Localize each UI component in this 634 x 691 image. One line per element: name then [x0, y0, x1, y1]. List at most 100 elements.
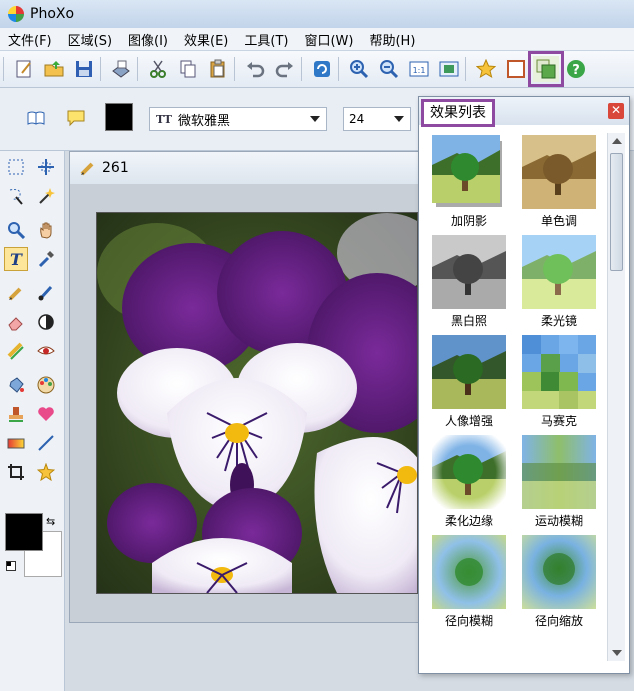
magic-wand-tool[interactable] — [34, 184, 58, 208]
phoxo-logo-icon — [8, 6, 24, 22]
magic-wand-icon — [39, 188, 55, 204]
hand-icon — [40, 222, 52, 239]
crop-icon — [8, 464, 24, 480]
fill-tool[interactable] — [4, 373, 28, 397]
shape-tool[interactable] — [34, 460, 58, 484]
stamp-tool[interactable] — [4, 402, 28, 426]
swap-colors-icon[interactable]: ⇆ — [46, 515, 55, 528]
star-icon — [476, 59, 496, 79]
effect-thumbnail — [432, 135, 506, 209]
help-button[interactable]: ? — [563, 56, 589, 82]
effect-label: 径向模糊 — [444, 614, 493, 628]
effect-item-soft-light[interactable]: 柔光镜 — [517, 235, 601, 331]
font-family-select[interactable]: TT 微软雅黑 — [149, 107, 327, 131]
menu-tools[interactable]: 工具(T) — [236, 30, 296, 49]
refresh-button[interactable] — [309, 56, 335, 82]
frame-button[interactable] — [503, 56, 529, 82]
brush-tool[interactable] — [34, 281, 58, 305]
effect-item-shadow[interactable]: 加阴影 — [427, 135, 511, 231]
open-file-button[interactable] — [41, 56, 67, 82]
rect-select-tool[interactable] — [4, 155, 28, 179]
crop-tool[interactable] — [4, 460, 28, 484]
move-tool[interactable] — [34, 155, 58, 179]
open-folder-icon — [44, 61, 64, 77]
eraser-tool[interactable] — [4, 310, 28, 334]
effect-item-portrait-enhance[interactable]: 人像增强 — [427, 335, 511, 431]
effects-list: 加阴影 单色调 黑白照 柔光镜 人像增强 马赛克 柔化边缘 运动模糊 径向模糊 … — [427, 135, 603, 661]
text-color-swatch[interactable] — [105, 103, 133, 131]
hand-tool[interactable] — [34, 218, 58, 242]
toolbar-separator — [301, 57, 302, 81]
undo-button[interactable] — [242, 56, 268, 82]
effects-list-scrollbar[interactable] — [607, 133, 625, 661]
stamp-icon — [9, 407, 23, 422]
toolbar-separator — [100, 57, 101, 81]
zoom-tool[interactable] — [4, 218, 28, 242]
effect-item-monotone[interactable]: 单色调 — [517, 135, 601, 231]
menu-image[interactable]: 图像(I) — [120, 30, 176, 49]
menu-bar: 文件(F) 区域(S) 图像(I) 效果(E) 工具(T) 窗口(W) 帮助(H… — [0, 28, 634, 51]
effect-item-black-white[interactable]: 黑白照 — [427, 235, 511, 331]
effect-item-mosaic[interactable]: 马赛克 — [517, 335, 601, 431]
main-toolbar: 1:1 ? — [0, 51, 634, 88]
effect-label: 运动模糊 — [534, 514, 583, 528]
reset-colors-icon[interactable] — [6, 561, 16, 571]
scan-button[interactable] — [108, 56, 134, 82]
fit-window-button[interactable] — [436, 56, 462, 82]
smudge-icon — [7, 342, 24, 360]
smudge-tool[interactable] — [4, 339, 28, 363]
heal-tool[interactable] — [34, 402, 58, 426]
text-bubble-button[interactable] — [66, 108, 86, 132]
effect-item-motion-blur[interactable]: 运动模糊 — [517, 435, 601, 531]
paste-button[interactable] — [205, 56, 231, 82]
effect-label: 柔化边缘 — [444, 514, 493, 528]
effects-list-panel: 效果列表 ✕ 加阴影 单色调 黑白照 柔光镜 人像增强 马赛克 柔化边缘 运动模… — [418, 96, 630, 674]
scrollbar-thumb[interactable] — [610, 153, 623, 271]
text-direction-button[interactable] — [26, 108, 46, 132]
effect-thumbnail — [522, 135, 596, 209]
effects-panel-header: 效果列表 ✕ — [419, 97, 629, 127]
effect-label: 径向缩放 — [534, 614, 583, 628]
new-file-button[interactable] — [11, 56, 37, 82]
menu-effects[interactable]: 效果(E) — [176, 30, 236, 49]
undo-icon — [247, 62, 265, 78]
pencil-tool[interactable] — [4, 281, 28, 305]
menu-help[interactable]: 帮助(H) — [361, 30, 423, 49]
menu-region[interactable]: 区域(S) — [60, 30, 120, 49]
cut-button[interactable] — [145, 56, 171, 82]
effects-list-toggle-button[interactable] — [528, 51, 564, 87]
copy-button[interactable] — [175, 56, 201, 82]
menu-file[interactable]: 文件(F) — [0, 30, 60, 49]
eyedropper-tool[interactable] — [34, 247, 58, 271]
effect-item-soft-edges[interactable]: 柔化边缘 — [427, 435, 511, 531]
palette-icon — [37, 376, 55, 394]
help-icon: ? — [567, 60, 585, 78]
actual-size-button[interactable]: 1:1 — [406, 56, 432, 82]
photo-canvas[interactable] — [96, 212, 418, 594]
red-eye-tool[interactable] — [34, 339, 58, 363]
copy-icon — [180, 60, 196, 78]
close-icon[interactable]: ✕ — [608, 103, 624, 119]
scroll-down-arrow-icon[interactable] — [612, 650, 622, 656]
save-button[interactable] — [71, 56, 97, 82]
contrast-tool[interactable] — [34, 310, 58, 334]
effect-item-radial-zoom[interactable]: 径向缩放 — [517, 535, 601, 631]
effect-item-radial-blur[interactable]: 径向模糊 — [427, 535, 511, 631]
redo-button[interactable] — [272, 56, 298, 82]
line-tool[interactable] — [34, 431, 58, 455]
scroll-up-arrow-icon[interactable] — [612, 138, 622, 144]
menu-window[interactable]: 窗口(W) — [296, 30, 361, 49]
lasso-tool[interactable] — [4, 184, 28, 208]
color-replace-tool[interactable] — [34, 373, 58, 397]
open-book-icon — [27, 111, 45, 125]
effects-panel-title: 效果列表 — [421, 99, 495, 127]
foreground-color-swatch[interactable] — [5, 513, 43, 551]
zoom-in-button[interactable] — [346, 56, 372, 82]
gradient-tool[interactable] — [4, 431, 28, 455]
zoom-out-button[interactable] — [376, 56, 402, 82]
favorite-button[interactable] — [473, 56, 499, 82]
font-size-select[interactable]: 24 — [343, 107, 411, 131]
text-tool[interactable]: T — [4, 247, 28, 271]
toolbar-separator — [137, 57, 138, 81]
redo-icon — [275, 62, 293, 78]
